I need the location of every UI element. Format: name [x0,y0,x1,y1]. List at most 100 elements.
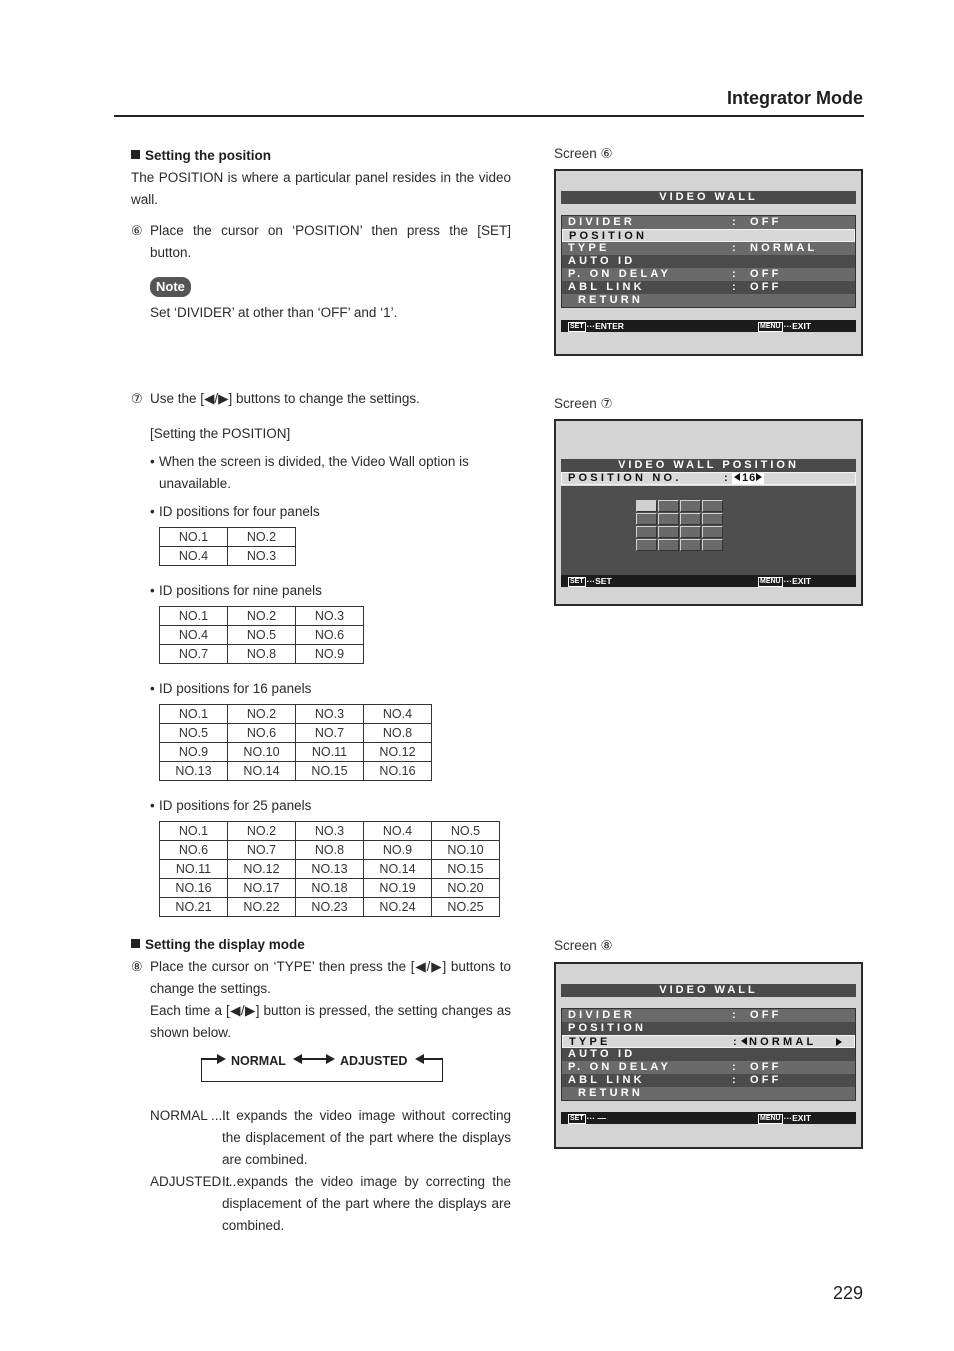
step-text: Use the [◀/▶] buttons to change the sett… [150,391,420,406]
osd-footer: SET ··· — MENU ···EXIT [561,1112,856,1124]
table-cell: NO.3 [295,704,364,724]
table-cell: NO.11 [159,859,228,879]
menu-item-auto-id[interactable]: AUTO ID [562,1048,855,1061]
menu-item-p-on-delay[interactable]: P. ON DELAY: OFF [562,1061,855,1074]
table-cell: NO.7 [227,840,296,860]
table-cell: NO.13 [295,859,364,879]
step-number: ⑦ [131,391,143,406]
table-cell: NO.16 [159,878,228,898]
table-cell: NO.6 [227,723,296,743]
square-bullet-icon [131,150,140,159]
position-cell [636,513,657,525]
definition-term: ADJUSTED ... [150,1174,237,1189]
definition-text: It expands the video image without corre… [222,1108,511,1167]
table-cell: NO.7 [295,723,364,743]
footer-right: MENU ···EXIT [758,1112,811,1124]
menu-item-label: P. ON DELAY [568,268,672,280]
id-position-table: NO.1 NO.2 NO.4 NO.3 [159,527,296,566]
footer-left-text: ···SET [586,576,612,586]
header-rule [114,115,864,117]
step-6: ⑥ Place the cursor on ‘POSITION’ then pr… [131,220,511,264]
step-number: ⑥ [131,223,143,238]
table-cell: NO.14 [363,859,432,879]
table-cell: NO.18 [295,878,364,898]
screen-6-osd: VIDEO WALL DIVIDER: OFF POSITION TYPE: NORMA… [554,169,863,356]
step-8-continued: Each time a [◀/▶] button is pressed, the… [150,1003,511,1040]
table-cell: NO.16 [363,761,432,781]
table-cell: NO.5 [227,625,296,645]
menu-item-abl-link[interactable]: ABL LINK: OFF [562,1074,855,1087]
arrow-line [421,1058,443,1060]
table-cell: NO.17 [227,878,296,898]
menu-item-label: POSITION [568,1022,647,1034]
table-cell: NO.1 [159,704,228,724]
id-position-table: NO.1 NO.2 NO.3 NO.4 NO.5 NO.6 NO.7 NO.8 NO.9 [159,606,364,664]
set-key-icon: SET [568,322,586,332]
arrow-right-icon [217,1054,226,1064]
step-number: ⑧ [131,959,143,974]
table-cell: NO.6 [159,840,228,860]
table-row: NO.1 NO.2 NO.3 NO.4 NO.5 [159,821,500,841]
position-cell [702,539,723,551]
menu-item-position[interactable]: POSITION [562,1022,855,1035]
page-title: Integrator Mode [726,88,863,108]
osd-title: VIDEO WALL [561,984,856,997]
menu-item-abl-link[interactable]: ABL LINK: OFF [562,281,855,294]
step-7: ⑦ Use the [◀/▶] buttons to change the se… [131,388,511,410]
table-row: NO.4 NO.5 NO.6 [159,625,364,645]
table-cell: NO.3 [227,546,296,566]
menu-item-value: OFF [750,281,782,293]
set-key-icon: SET [568,577,586,587]
menu-item-type[interactable]: TYPE: NORMAL [562,1035,855,1048]
position-cell [636,539,657,551]
table-cell: NO.13 [159,761,228,781]
menu-item-divider[interactable]: DIVIDER: OFF [562,1009,855,1022]
definitions: NORMAL ..... It expands the video image … [131,1105,511,1237]
table-caption: ID positions for four panels [131,501,511,523]
id-position-table: NO.1 NO.2 NO.3 NO.4 NO.5 NO.6 NO.7 NO.8 NO.9 NO.1… [159,821,500,917]
table-caption: ID positions for 25 panels [131,795,511,817]
table-cell: NO.20 [431,878,500,898]
menu-item-label: AUTO ID [568,255,636,267]
menu-item-type[interactable]: TYPE: NORMAL [562,242,855,255]
mode-cycle-diagram: NORMAL ADJUSTED [201,1050,501,1090]
menu-item-return[interactable]: RETURN [562,294,855,307]
menu-item-position[interactable]: POSITION [562,229,855,242]
menu-item-colon: : [732,268,739,280]
position-cell [702,526,723,538]
osd-footer: SET ···ENTER MENU ···EXIT [561,320,856,332]
screen-6-label: Screen ⑥ [554,146,613,161]
arrow-left-icon [734,473,740,481]
osd-title: VIDEO WALL [561,191,856,204]
position-cell [702,500,723,512]
menu-item-value: OFF [750,1061,782,1073]
menu-item-return[interactable]: RETURN [562,1087,855,1100]
menu-item-auto-id[interactable]: AUTO ID [562,255,855,268]
table-cell: NO.2 [227,527,296,547]
footer-left: SET ··· — [568,1112,606,1124]
section-heading-display: Setting the display mode [131,934,511,956]
position-cell [658,526,679,538]
table-cell: NO.10 [431,840,500,860]
table-cell: NO.11 [295,742,364,762]
table-cell: NO.3 [295,821,364,841]
table-cell: NO.19 [363,878,432,898]
step-text: Place the cursor on ‘TYPE’ then press th… [150,959,511,996]
table-cell: NO.12 [363,742,432,762]
table-cell: NO.3 [295,606,364,626]
footer-left: SET ···SET [568,575,612,587]
table-row: NO.1 NO.2 [159,527,296,547]
menu-item-p-on-delay[interactable]: P. ON DELAY: OFF [562,268,855,281]
menu-item-label: ABL LINK [568,1074,645,1086]
table-cell: NO.2 [227,821,296,841]
table-cell: NO.14 [227,761,296,781]
menu-item-label: RETURN [578,1087,644,1099]
note-badge: Note [150,277,191,297]
arrow-right-icon [756,473,763,481]
row-colon: : [724,472,731,484]
id-position-table: NO.1 NO.2 NO.3 NO.4 NO.5 NO.6 NO.7 NO.8 NO.9 NO.1… [159,704,432,781]
note-text: Set ‘DIVIDER’ at other than ‘OFF’ and ‘1… [150,305,398,320]
position-no-row[interactable]: POSITION NO. : 16 [561,472,856,485]
menu-item-colon: : [732,281,739,293]
menu-item-divider[interactable]: DIVIDER: OFF [562,216,855,229]
